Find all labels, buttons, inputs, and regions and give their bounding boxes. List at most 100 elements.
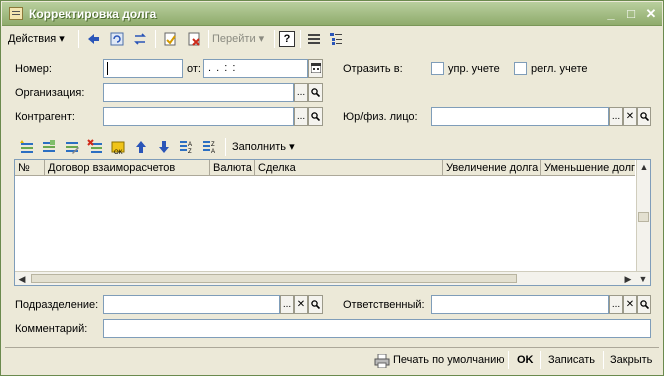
responsible-open-button[interactable]: [637, 295, 651, 314]
list-view-icon[interactable]: [306, 31, 322, 47]
reg-accounting-label: регл. учете: [531, 63, 588, 75]
contractor-open-button[interactable]: [308, 107, 323, 126]
svg-text:A: A: [211, 149, 215, 155]
legal-entity-label: Юр/физ. лицо:: [343, 111, 418, 123]
actions-label: Действия: [8, 33, 57, 45]
division-clear-button[interactable]: ✕: [294, 295, 308, 314]
scroll-right-icon[interactable]: ▶: [621, 272, 635, 286]
responsible-clear-button[interactable]: ✕: [623, 295, 637, 314]
title-bar[interactable]: Корректировка долга _ □ ✕: [2, 2, 662, 26]
goto-menu[interactable]: Перейти ▾: [212, 29, 264, 49]
close-button[interactable]: Закрыть: [610, 351, 652, 369]
scroll-down-icon[interactable]: ▼: [636, 272, 650, 286]
organization-select-button[interactable]: ...: [294, 83, 308, 102]
add-row-icon[interactable]: [19, 139, 35, 155]
swap-icon[interactable]: [132, 31, 148, 47]
minimize-button[interactable]: _: [604, 7, 618, 21]
division-label: Подразделение:: [15, 299, 99, 311]
printer-icon: [374, 354, 390, 368]
dialog-window: Корректировка долга _ □ ✕ Действия ▾ Пер…: [0, 0, 664, 376]
magnifier-icon: [639, 300, 649, 310]
save-button[interactable]: Записать: [548, 351, 595, 369]
column-header[interactable]: Валюта: [210, 160, 255, 176]
reg-accounting-checkbox[interactable]: [514, 62, 527, 75]
organization-open-button[interactable]: [308, 83, 323, 102]
end-edit-icon[interactable]: OK: [110, 139, 126, 155]
column-header[interactable]: Уменьшение долга: [541, 160, 635, 176]
comment-input[interactable]: [103, 319, 651, 338]
magnifier-icon: [311, 112, 321, 122]
magnifier-icon: [311, 88, 321, 98]
column-header[interactable]: Увеличение долга: [443, 160, 541, 176]
toolbar-separator: [508, 351, 509, 369]
help-button[interactable]: ?: [279, 31, 295, 47]
toolbar-separator: [155, 30, 156, 48]
debt-table[interactable]: № Договор взаиморасчетов Валюта Сделка У…: [14, 159, 651, 286]
window-title: Корректировка долга: [29, 7, 157, 21]
number-input[interactable]: [103, 59, 183, 78]
table-header: № Договор взаиморасчетов Валюта Сделка У…: [15, 160, 635, 176]
svg-text:Z: Z: [188, 149, 192, 155]
organization-input[interactable]: [103, 83, 294, 102]
unpost-document-icon[interactable]: [186, 31, 202, 47]
legal-entity-select-button[interactable]: ...: [609, 107, 623, 126]
division-input[interactable]: [103, 295, 280, 314]
post-document-icon[interactable]: [162, 31, 178, 47]
copy-row-icon[interactable]: [41, 139, 57, 155]
column-header[interactable]: №: [15, 160, 45, 176]
scroll-thumb[interactable]: [638, 212, 649, 222]
legal-entity-input[interactable]: [431, 107, 609, 126]
calendar-button[interactable]: [308, 59, 323, 78]
svg-text:A: A: [188, 142, 192, 148]
document-icon: [9, 7, 23, 20]
mgmt-accounting-label: упр. учете: [448, 63, 500, 75]
bottom-button-bar: Печать по умолчанию OK Записать Закрыть: [5, 347, 659, 371]
actions-menu[interactable]: Действия ▾: [8, 29, 65, 49]
move-up-icon[interactable]: [133, 139, 149, 155]
ok-button[interactable]: OK: [517, 351, 534, 369]
edit-row-icon[interactable]: [64, 139, 80, 155]
contractor-select-button[interactable]: ...: [294, 107, 308, 126]
comment-label: Комментарий:: [15, 323, 88, 335]
maximize-button[interactable]: □: [624, 7, 638, 21]
division-open-button[interactable]: [308, 295, 323, 314]
scroll-up-icon[interactable]: ▲: [637, 160, 651, 174]
goto-label: Перейти: [212, 33, 256, 45]
fill-menu[interactable]: Заполнить ▾: [232, 140, 295, 153]
reflect-label: Отразить в:: [343, 63, 403, 75]
toolbar-separator: [540, 351, 541, 369]
sort-ascending-icon[interactable]: AZ: [179, 139, 195, 155]
refresh-icon[interactable]: [109, 31, 125, 47]
number-label: Номер:: [15, 63, 52, 75]
delete-row-icon[interactable]: [87, 139, 103, 155]
toolbar-separator: [603, 351, 604, 369]
fill-label: Заполнить: [232, 141, 287, 153]
sort-descending-icon[interactable]: ZA: [202, 139, 218, 155]
toolbar-separator: [300, 30, 301, 48]
toolbar: Действия ▾ Перейти ▾ ?: [5, 28, 659, 50]
move-down-icon[interactable]: [156, 139, 172, 155]
magnifier-icon: [639, 112, 649, 122]
contractor-input[interactable]: [103, 107, 294, 126]
toolbar-separator: [225, 138, 226, 156]
column-header[interactable]: Сделка: [255, 160, 443, 176]
responsible-input[interactable]: [431, 295, 609, 314]
toolbar-separator: [274, 30, 275, 48]
toolbar-separator: [78, 30, 79, 48]
back-arrow-icon[interactable]: [85, 31, 101, 47]
column-header[interactable]: Договор взаиморасчетов: [45, 160, 210, 176]
structure-icon[interactable]: [328, 31, 344, 47]
legal-entity-open-button[interactable]: [637, 107, 651, 126]
responsible-select-button[interactable]: ...: [609, 295, 623, 314]
print-default-button[interactable]: Печать по умолчанию: [393, 351, 505, 369]
vertical-scrollbar[interactable]: ▲: [636, 160, 650, 271]
close-window-button[interactable]: ✕: [644, 7, 658, 21]
contractor-label: Контрагент:: [15, 111, 75, 123]
scroll-thumb-horizontal[interactable]: [31, 274, 517, 283]
division-select-button[interactable]: ...: [280, 295, 294, 314]
legal-entity-clear-button[interactable]: ✕: [623, 107, 637, 126]
scroll-left-icon[interactable]: ◀: [15, 272, 29, 286]
mgmt-accounting-checkbox[interactable]: [431, 62, 444, 75]
horizontal-scrollbar[interactable]: ◀ ▶ ▼: [15, 271, 650, 285]
date-input[interactable]: . . : :: [203, 59, 308, 78]
